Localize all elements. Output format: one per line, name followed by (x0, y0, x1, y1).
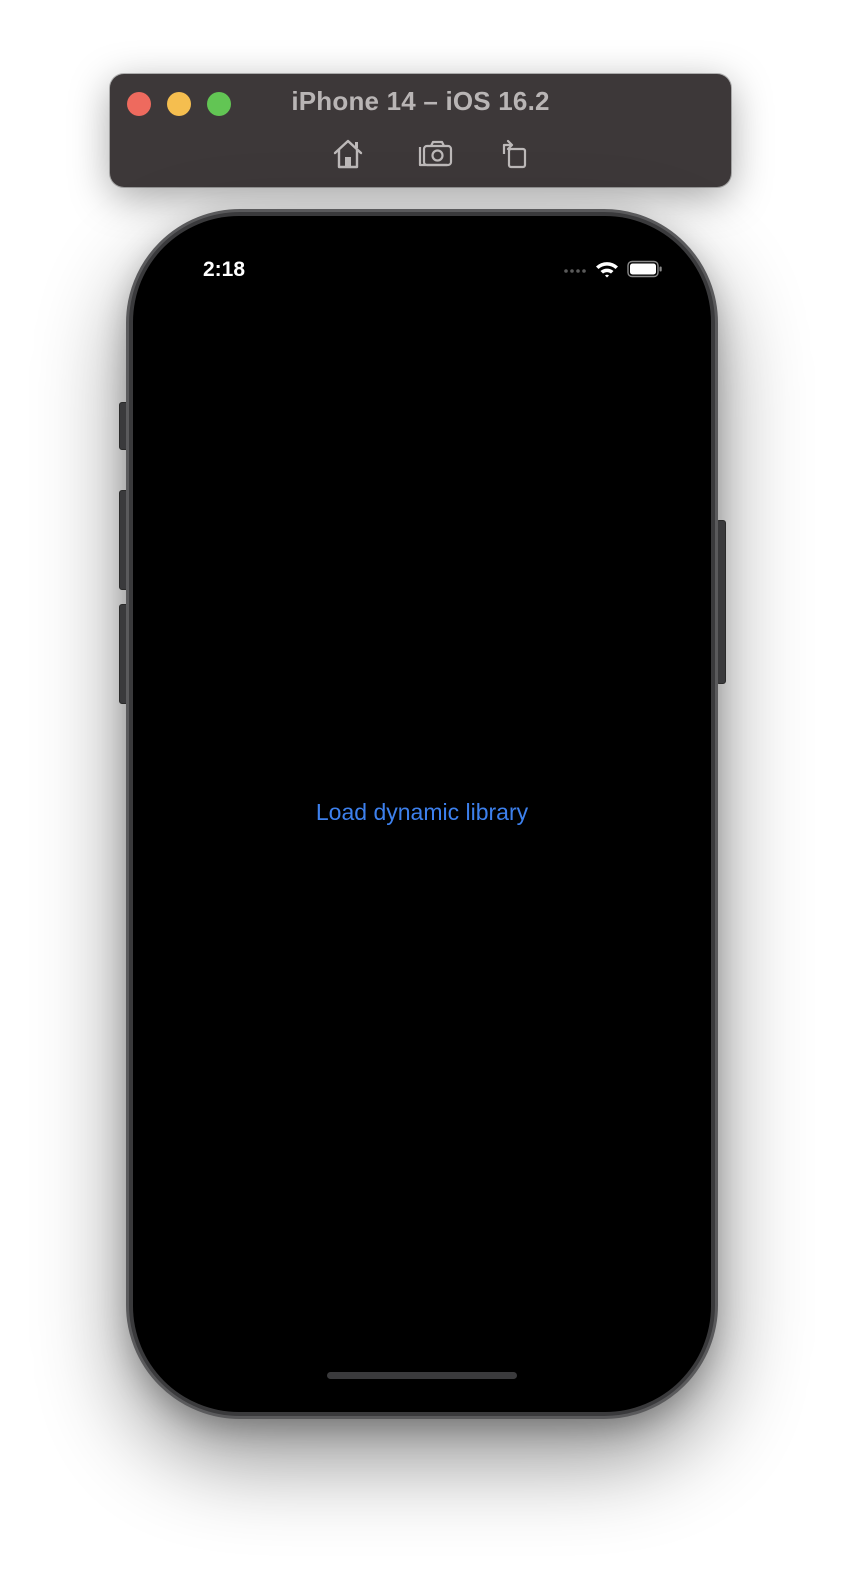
screenshot-button[interactable] (415, 134, 455, 174)
home-button[interactable] (328, 134, 368, 174)
status-bar-icons (563, 260, 663, 278)
window-title: iPhone 14 – iOS 16.2 (291, 86, 550, 116)
load-dynamic-library-button[interactable]: Load dynamic library (133, 799, 711, 826)
cellular-signal-icon (564, 269, 586, 273)
rotate-button[interactable] (494, 134, 534, 174)
device-screen: 2:18 Load dynamic library (133, 216, 711, 1412)
simulator-toolbar (110, 134, 731, 174)
status-bar-time: 2:18 (203, 258, 246, 281)
camera-icon (418, 140, 453, 167)
rotate-icon (502, 139, 527, 169)
simulator-window-bar: iPhone 14 – iOS 16.2 (110, 74, 731, 187)
simulator-stage: iPhone 14 – iOS 16.2 2:18 Load dynamic l… (0, 0, 846, 1576)
home-icon (333, 139, 363, 169)
battery-icon (627, 260, 662, 278)
home-indicator[interactable] (327, 1372, 517, 1379)
wifi-icon (596, 262, 618, 278)
